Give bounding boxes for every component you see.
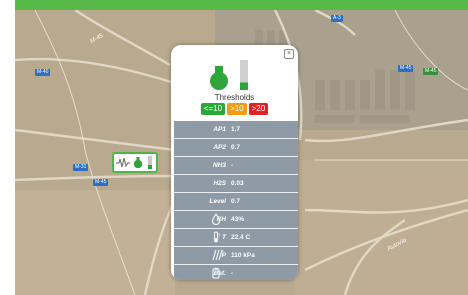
reading-value: 43% xyxy=(231,216,245,223)
reading-label: AP1 xyxy=(213,126,226,133)
reading-row-rh: RH 43% xyxy=(174,211,298,229)
level-fill-gauge xyxy=(240,82,248,90)
highway-shield: M-40 xyxy=(35,69,51,76)
thresholds-title: Thresholds xyxy=(214,93,255,102)
reading-row-level: Level 0.7 xyxy=(174,193,298,211)
reading-label: AP2 xyxy=(213,144,226,151)
reading-label: Level xyxy=(209,198,226,205)
reading-value: 22.4 C xyxy=(231,234,251,241)
battery-icon xyxy=(212,267,220,279)
reading-row-nh3: NH3 - xyxy=(174,157,298,175)
sensor-station-icon xyxy=(116,156,152,169)
highway-shield: A-3 xyxy=(331,15,343,22)
reading-value: - xyxy=(231,162,234,169)
highway-shield: M-45 xyxy=(93,179,109,186)
reading-label: H2S xyxy=(213,180,226,187)
threshold-high: >20 xyxy=(248,103,269,115)
pressure-icon xyxy=(212,249,224,261)
reading-row-temperature: T 22.4 C xyxy=(174,229,298,247)
highway-shield: M-31 xyxy=(73,164,89,171)
reading-row-ap2: AP2 0.7 xyxy=(174,139,298,157)
reading-value: 110 kPa xyxy=(231,252,255,259)
thermometer-icon xyxy=(214,231,220,243)
reading-value: 0.03 xyxy=(231,180,244,187)
reading-row-h2s: H2S 0.03 xyxy=(174,175,298,193)
threshold-medium: >10 xyxy=(227,103,247,115)
reading-value: 0.7 xyxy=(231,198,241,205)
readings-table: AP1 1.7 AP2 0.7 NH3 - H2S 0.03 Level 0.7… xyxy=(174,121,298,280)
highway-shield: M-45 xyxy=(423,68,439,75)
sensor-popup: × Thresholds <=10 >10 >20 AP1 1.7 AP2 0.… xyxy=(171,45,298,280)
reading-label: NH3 xyxy=(212,162,226,169)
close-button[interactable]: × xyxy=(284,49,294,59)
reading-value: - xyxy=(231,270,234,277)
reading-row-ap1: AP1 1.7 xyxy=(174,121,298,139)
highway-shield: M-45 xyxy=(398,65,414,72)
top-header-bar xyxy=(15,0,468,10)
thresholds-legend: <=10 >10 >20 xyxy=(171,103,298,115)
reading-row-pressure: P 110 kPa xyxy=(174,247,298,265)
reading-value: 1.7 xyxy=(231,126,241,133)
reading-label: T xyxy=(222,234,226,241)
sensor-marker[interactable] xyxy=(112,152,158,173)
threshold-low: <=10 xyxy=(200,103,226,115)
reading-value: 0.7 xyxy=(231,144,241,151)
reading-row-battery: Bat. - xyxy=(174,265,298,280)
device-icon xyxy=(210,60,248,90)
drop-icon xyxy=(211,213,221,225)
